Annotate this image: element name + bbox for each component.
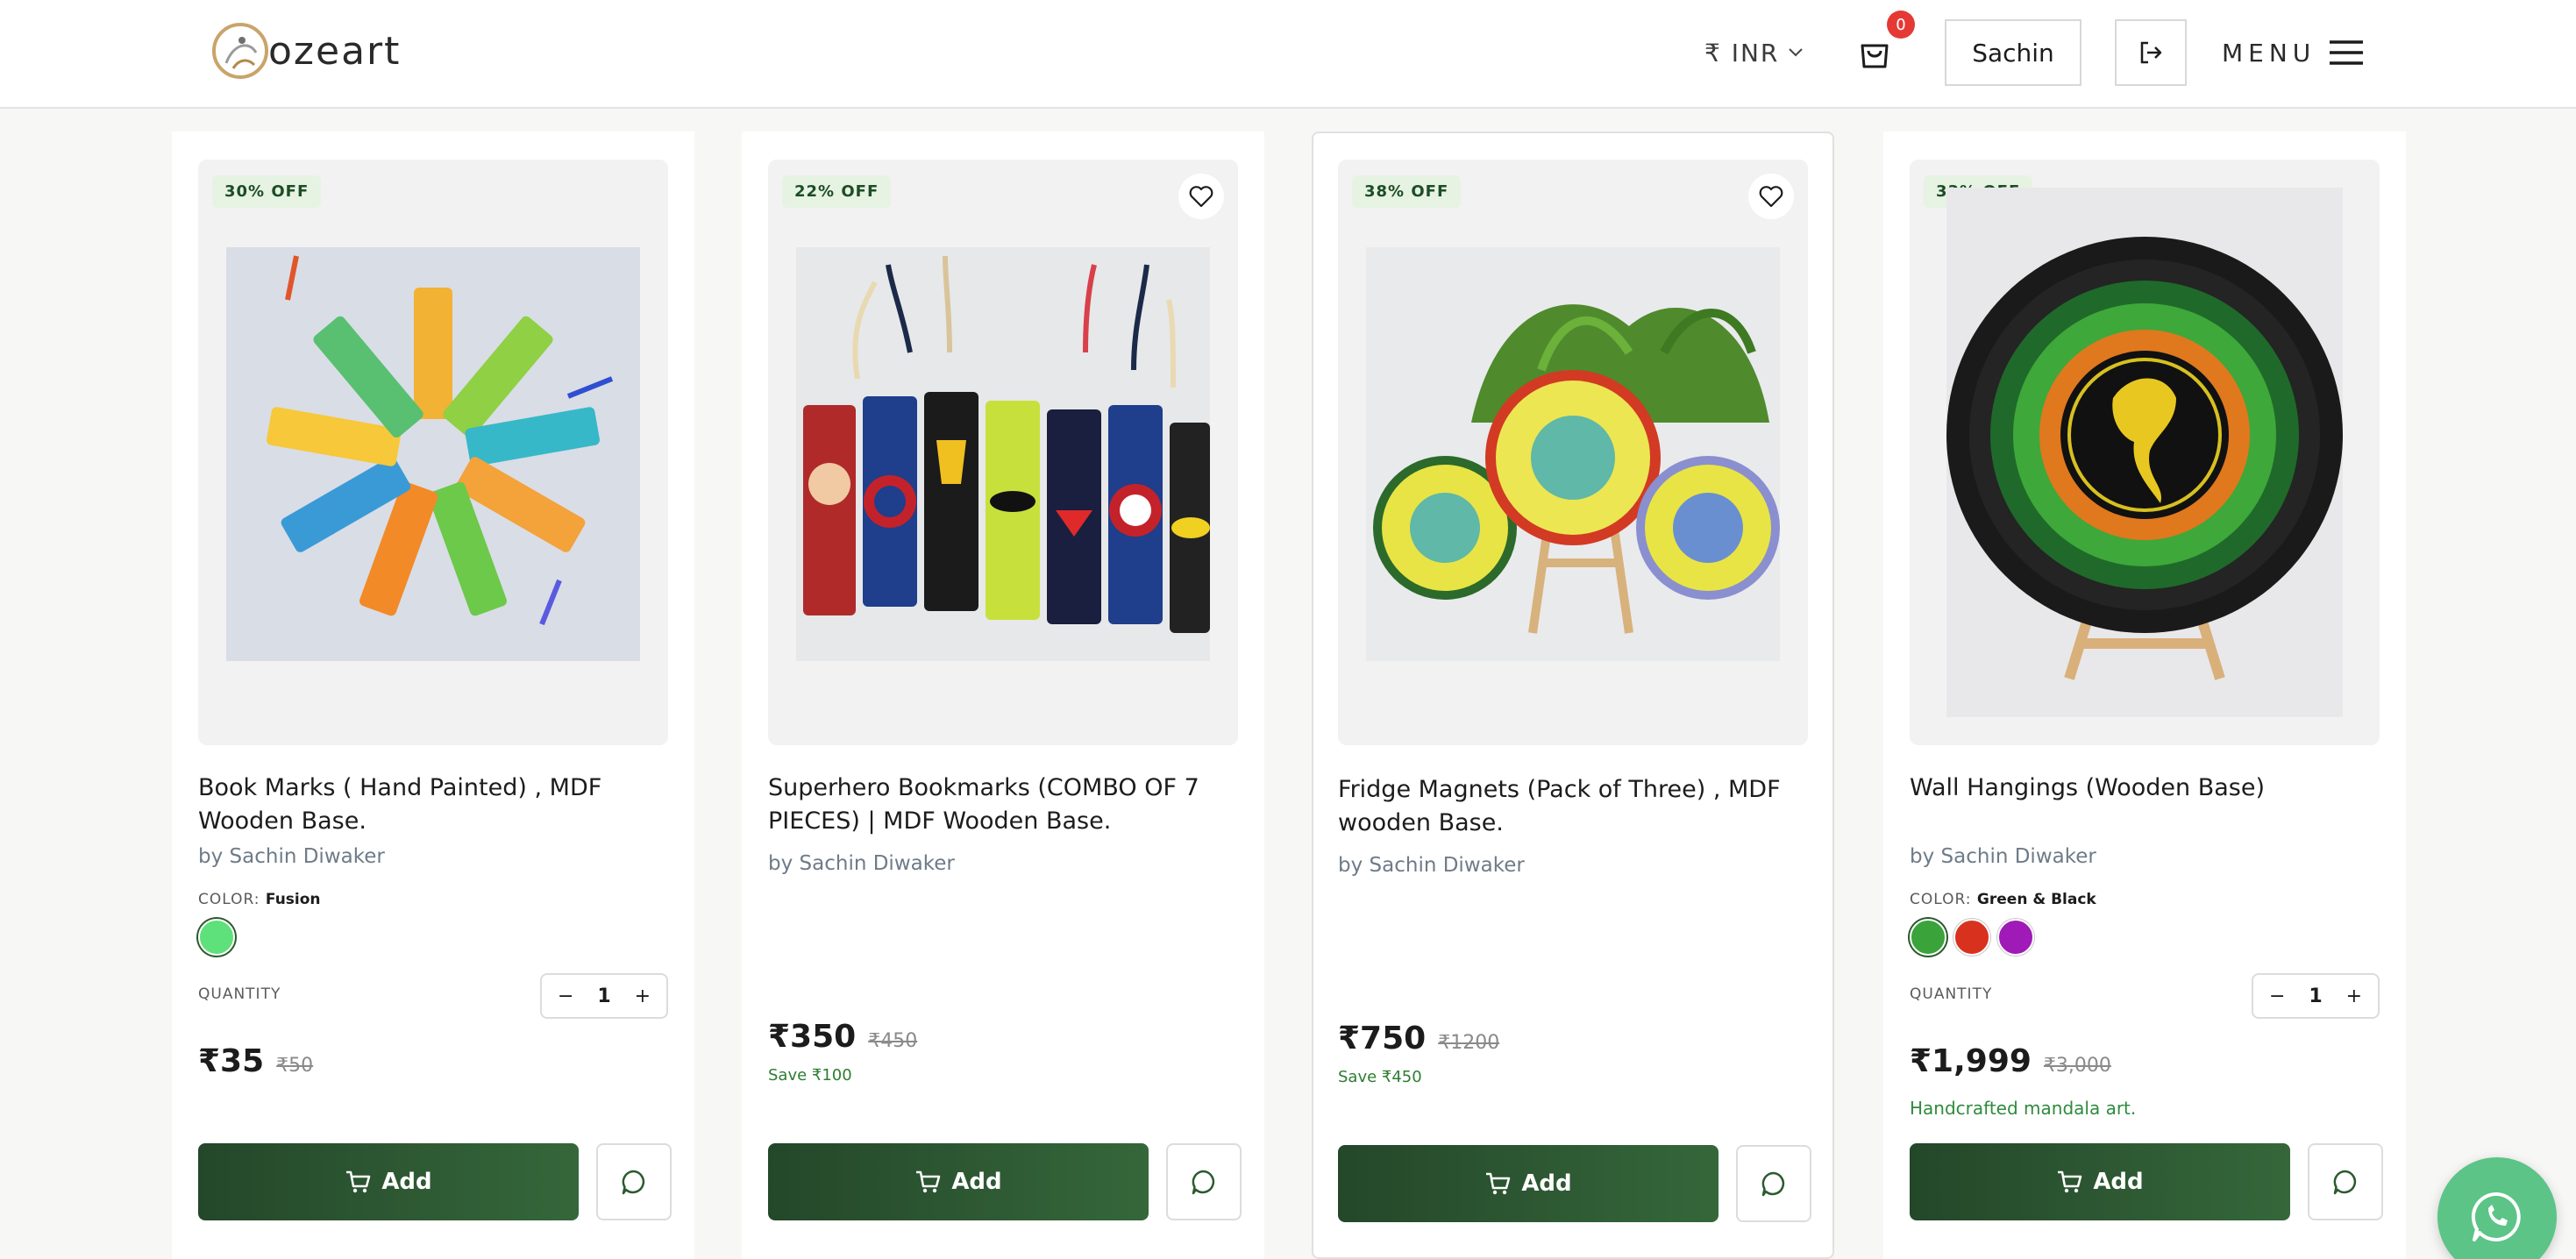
product-note: Handcrafted mandala art. [1910, 1098, 2137, 1119]
chat-bubble-icon [622, 1170, 645, 1195]
add-to-cart-button[interactable]: Add [768, 1143, 1149, 1220]
product-photo[interactable] [1946, 188, 2343, 717]
color-label: COLOR: Fusion [198, 891, 321, 908]
sale-price: ₹350 [768, 1019, 857, 1055]
price-row: ₹1,999 ₹3,000 [1910, 1043, 2111, 1079]
product-image-container[interactable]: 30% OFF [198, 160, 668, 745]
product-title[interactable]: Book Marks ( Hand Painted) , MDF Wooden … [198, 772, 672, 838]
increase-quantity-button[interactable]: + [635, 985, 651, 1007]
add-to-cart-button[interactable]: Add [1910, 1143, 2290, 1220]
color-swatches [198, 919, 235, 956]
quantity-value: 1 [2309, 985, 2323, 1007]
brand-name: ozeart [268, 28, 402, 74]
product-title[interactable]: Fridge Magnets (Pack of Three) , MDF woo… [1338, 773, 1811, 840]
product-image-container[interactable]: 22% OFF [768, 160, 1238, 745]
color-swatches [1910, 919, 2034, 956]
cart-icon [2058, 1170, 2082, 1193]
chat-bubble-icon [1192, 1170, 1215, 1195]
price-row: ₹35 ₹50 [198, 1043, 313, 1079]
currency-selector[interactable]: ₹ INR [1704, 35, 1804, 70]
product-photo[interactable] [226, 247, 640, 661]
quantity-label: QUANTITY [198, 985, 281, 1003]
currency-label: ₹ INR [1704, 38, 1780, 68]
hamburger-icon [2330, 40, 2364, 65]
product-photo[interactable] [1366, 247, 1780, 661]
wishlist-button[interactable] [1178, 174, 1224, 219]
product-seller: by Sachin Diwaker [198, 845, 385, 868]
heart-icon [1759, 186, 1783, 208]
add-button-label: Add [1521, 1170, 1572, 1197]
savings-text: Save ₹450 [1338, 1068, 1422, 1086]
product-title[interactable]: Superhero Bookmarks (COMBO OF 7 PIECES) … [768, 772, 1242, 838]
discount-badge: 30% OFF [212, 175, 322, 208]
enquiry-chat-button[interactable] [1736, 1145, 1811, 1222]
original-price: ₹3,000 [2043, 1055, 2111, 1077]
add-button-label: Add [381, 1169, 432, 1195]
price-row: ₹350 ₹450 [768, 1019, 917, 1055]
increase-quantity-button[interactable]: + [2346, 985, 2362, 1007]
original-price: ₹450 [868, 1030, 918, 1052]
product-photo[interactable] [796, 247, 1210, 661]
cart-count-badge: 0 [1887, 11, 1915, 39]
wishlist-button[interactable] [1748, 174, 1794, 219]
peacock-logo-icon [212, 23, 268, 79]
decrease-quantity-button[interactable]: − [2269, 985, 2285, 1007]
add-button-label: Add [2093, 1169, 2144, 1195]
user-account-button[interactable]: Sachin [1945, 19, 2081, 86]
cart-icon [916, 1170, 941, 1193]
whatsapp-icon [2471, 1191, 2521, 1241]
original-price: ₹1200 [1438, 1032, 1500, 1054]
chevron-down-icon [1789, 48, 1804, 57]
color-swatch-green[interactable] [1910, 919, 1946, 956]
whatsapp-chat-button[interactable] [2437, 1157, 2557, 1259]
product-seller: by Sachin Diwaker [1910, 845, 2096, 868]
enquiry-chat-button[interactable] [2308, 1143, 2383, 1220]
enquiry-chat-button[interactable] [596, 1143, 672, 1220]
menu-button[interactable]: MENU [2222, 33, 2365, 72]
enquiry-chat-button[interactable] [1166, 1143, 1242, 1220]
color-swatch-purple[interactable] [1997, 919, 2034, 956]
cart-icon [346, 1170, 371, 1193]
add-to-cart-button[interactable]: Add [198, 1143, 579, 1220]
chat-bubble-icon [2333, 1170, 2357, 1195]
product-image-container[interactable]: 38% OFF [1338, 160, 1808, 745]
sale-price: ₹750 [1338, 1021, 1427, 1056]
site-header: ozeart ₹ INR 0 Sachin MENU [0, 0, 2576, 109]
price-row: ₹750 ₹1200 [1338, 1021, 1499, 1056]
add-to-cart-button[interactable]: Add [1338, 1145, 1719, 1222]
shopping-bag-icon[interactable] [1855, 33, 1894, 72]
product-seller: by Sachin Diwaker [1338, 854, 1525, 877]
sale-price: ₹1,999 [1910, 1043, 2032, 1079]
sale-price: ₹35 [198, 1043, 265, 1079]
color-swatch-red[interactable] [1953, 919, 1990, 956]
quantity-stepper: − 1 + [2252, 973, 2380, 1019]
discount-badge: 22% OFF [782, 175, 892, 208]
product-card[interactable]: 38% OFF Fridge Magnets (Pack of Three) ,… [1312, 132, 1834, 1259]
cart-icon [1486, 1172, 1511, 1195]
original-price: ₹50 [276, 1055, 314, 1077]
logout-icon [2140, 41, 2162, 64]
chat-bubble-icon [1761, 1171, 1785, 1197]
brand-logo[interactable]: ozeart [207, 18, 401, 84]
quantity-value: 1 [597, 985, 611, 1007]
product-seller: by Sachin Diwaker [768, 852, 955, 875]
selected-color-name: Green & Black [1976, 891, 2096, 908]
selected-color-name: Fusion [265, 891, 321, 908]
menu-label: MENU [2222, 38, 2316, 68]
decrease-quantity-button[interactable]: − [558, 985, 573, 1007]
add-button-label: Add [951, 1169, 1002, 1195]
product-card[interactable]: 22% OFF Superhero Bookmarks (COMBO OF 7 … [742, 132, 1264, 1259]
quantity-label: QUANTITY [1910, 985, 1993, 1003]
product-title[interactable]: Wall Hangings (Wooden Base) [1910, 772, 2383, 805]
product-card[interactable]: 30% OFF Book Marks ( Hand Painted) , MDF… [172, 132, 694, 1259]
discount-badge: 38% OFF [1352, 175, 1462, 208]
color-label: COLOR: Green & Black [1910, 891, 2096, 908]
product-image-container[interactable]: 33% OFF [1910, 160, 2380, 745]
savings-text: Save ₹100 [768, 1066, 852, 1085]
color-swatch-fusion[interactable] [198, 919, 235, 956]
quantity-stepper: − 1 + [540, 973, 668, 1019]
product-card[interactable]: 33% OFF Wall Hangings (Wooden Base) by S… [1883, 132, 2406, 1259]
heart-icon [1189, 186, 1213, 208]
logout-button[interactable] [2115, 19, 2187, 86]
